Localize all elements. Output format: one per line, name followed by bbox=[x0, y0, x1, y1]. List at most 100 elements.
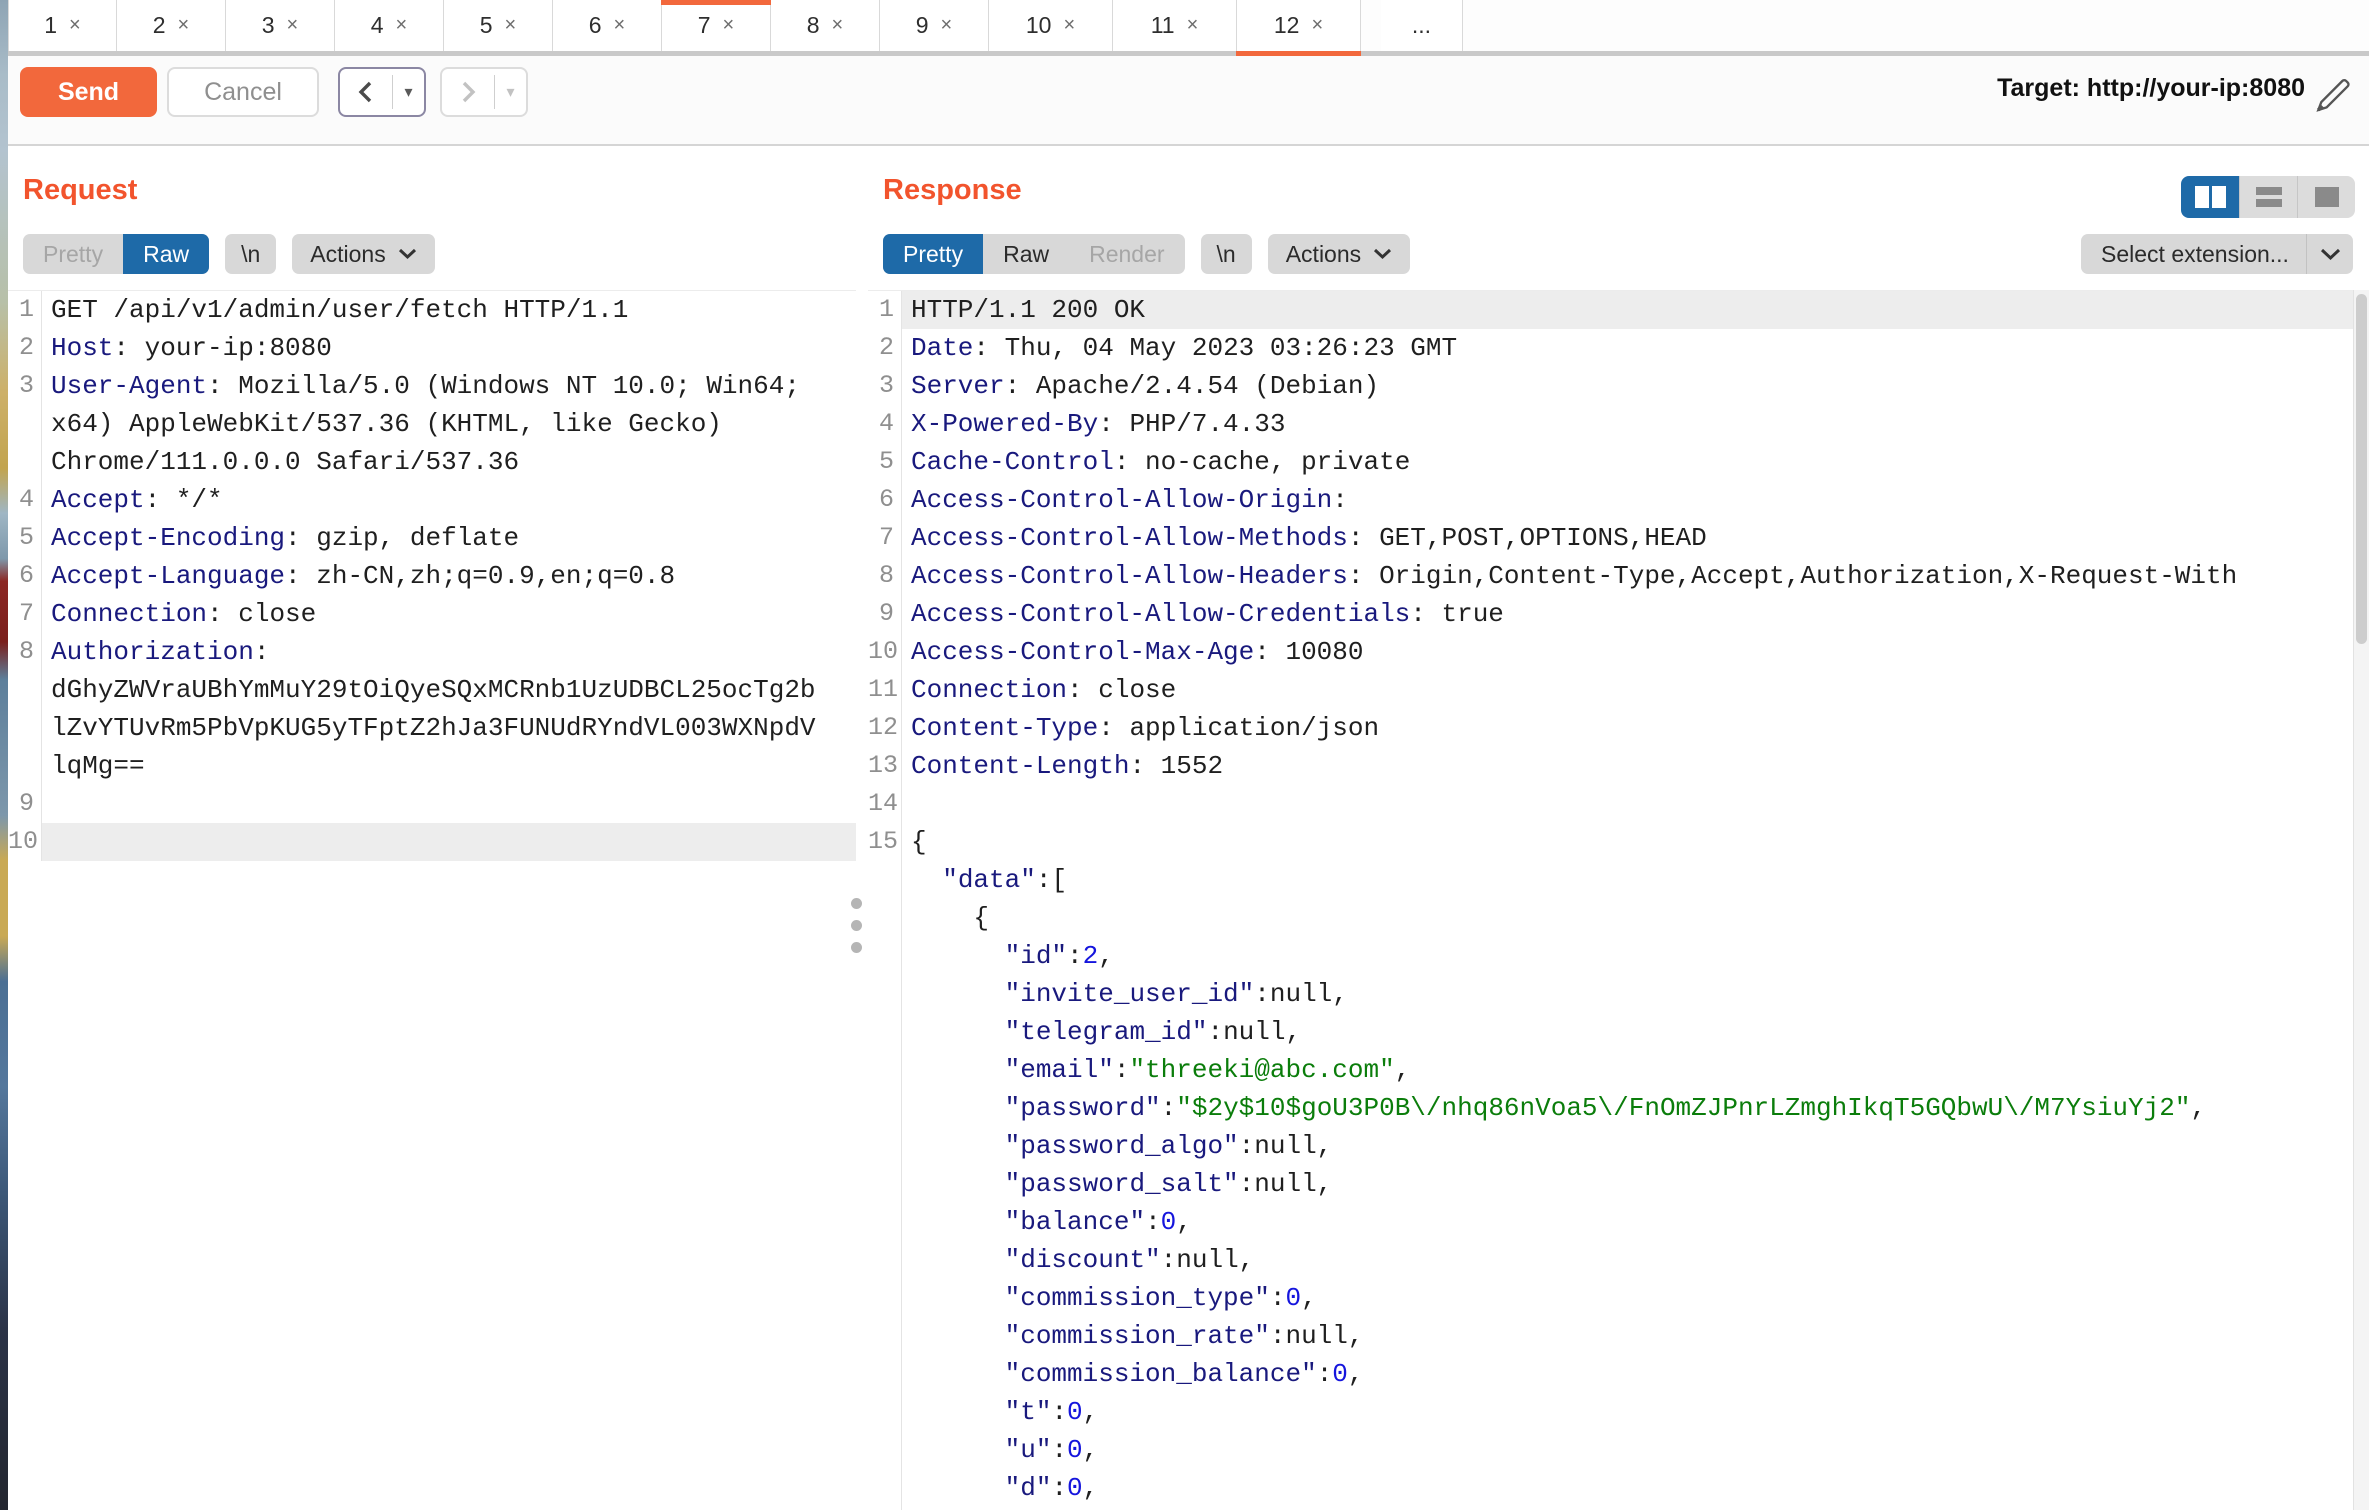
tab-close-icon[interactable]: × bbox=[178, 14, 190, 37]
response-actions-button[interactable]: Actions bbox=[1268, 234, 1410, 274]
code-line[interactable]: "telegram_id":null, bbox=[868, 1013, 2353, 1051]
repeater-tab-9[interactable]: 9× bbox=[880, 0, 989, 51]
edit-target-icon[interactable] bbox=[2313, 72, 2353, 121]
response-scrollbar[interactable] bbox=[2353, 290, 2369, 1510]
code-line[interactable]: 10Access-Control-Max-Age: 10080 bbox=[868, 633, 2353, 671]
repeater-tab-11[interactable]: 11× bbox=[1113, 0, 1237, 51]
code-line[interactable]: 14 bbox=[868, 785, 2353, 823]
code-line[interactable]: 8Authorization: bbox=[8, 633, 856, 671]
code-line[interactable]: { bbox=[868, 899, 2353, 937]
history-back-button[interactable]: ▾ bbox=[338, 67, 426, 117]
code-line[interactable]: 7Connection: close bbox=[8, 595, 856, 633]
line-number bbox=[868, 1469, 902, 1507]
repeater-tab-6[interactable]: 6× bbox=[553, 0, 662, 51]
code-line[interactable]: "u":0, bbox=[868, 1431, 2353, 1469]
request-actions-button[interactable]: Actions bbox=[292, 234, 434, 274]
code-line[interactable]: 12Content-Type: application/json bbox=[868, 709, 2353, 747]
code-line[interactable]: lqMg== bbox=[8, 747, 856, 785]
tab-close-icon[interactable]: × bbox=[287, 14, 299, 37]
tab-overflow[interactable]: ... bbox=[1381, 0, 1463, 51]
request-editor[interactable]: 1GET /api/v1/admin/user/fetch HTTP/1.12H… bbox=[8, 290, 856, 1510]
code-line[interactable]: "commission_rate":null, bbox=[868, 1317, 2353, 1355]
code-line[interactable]: "discount":null, bbox=[868, 1241, 2353, 1279]
code-line[interactable]: 6Accept-Language: zh-CN,zh;q=0.9,en;q=0.… bbox=[8, 557, 856, 595]
request-toggle-newline[interactable]: \n bbox=[225, 234, 276, 274]
code-line[interactable]: 8Access-Control-Allow-Headers: Origin,Co… bbox=[868, 557, 2353, 595]
code-line[interactable]: 1HTTP/1.1 200 OK bbox=[868, 291, 2353, 329]
response-tab-raw[interactable]: Raw bbox=[983, 234, 1069, 274]
code-line[interactable]: 3User-Agent: Mozilla/5.0 (Windows NT 10.… bbox=[8, 367, 856, 405]
tab-close-icon[interactable]: × bbox=[941, 14, 953, 37]
tab-close-icon[interactable]: × bbox=[832, 14, 844, 37]
code-line[interactable]: "t":0, bbox=[868, 1393, 2353, 1431]
request-tab-pretty[interactable]: Pretty bbox=[23, 234, 123, 274]
code-line[interactable]: "d":0, bbox=[868, 1469, 2353, 1507]
repeater-tab-10[interactable]: 10× bbox=[989, 0, 1113, 51]
code-line[interactable]: 2Date: Thu, 04 May 2023 03:26:23 GMT bbox=[868, 329, 2353, 367]
request-tab-raw[interactable]: Raw bbox=[123, 234, 209, 274]
layout-rows-button[interactable] bbox=[2239, 176, 2297, 218]
code-line[interactable]: 11Connection: close bbox=[868, 671, 2353, 709]
tab-close-icon[interactable]: × bbox=[1063, 14, 1075, 37]
code-line[interactable]: 4Accept: */* bbox=[8, 481, 856, 519]
tab-close-icon[interactable]: × bbox=[69, 14, 81, 37]
cancel-button[interactable]: Cancel bbox=[167, 67, 319, 117]
repeater-tab-4[interactable]: 4× bbox=[335, 0, 444, 51]
code-line[interactable]: "password_salt":null, bbox=[868, 1165, 2353, 1203]
code-line[interactable]: 6Access-Control-Allow-Origin: bbox=[868, 481, 2353, 519]
code-line[interactable]: 10 bbox=[8, 823, 856, 861]
history-forward-button[interactable]: ▾ bbox=[440, 67, 528, 117]
repeater-tab-1[interactable]: 1× bbox=[8, 0, 117, 51]
code-line[interactable]: 5Cache-Control: no-cache, private bbox=[868, 443, 2353, 481]
code-line[interactable]: 1GET /api/v1/admin/user/fetch HTTP/1.1 bbox=[8, 291, 856, 329]
code-line[interactable]: Chrome/111.0.0.0 Safari/537.36 bbox=[8, 443, 856, 481]
code-line[interactable]: 9 bbox=[8, 785, 856, 823]
repeater-tab-12[interactable]: 12× bbox=[1237, 0, 1361, 51]
response-toggle-newline[interactable]: \n bbox=[1201, 234, 1252, 274]
history-back-dropdown-icon[interactable]: ▾ bbox=[393, 82, 424, 102]
repeater-tab-2[interactable]: 2× bbox=[117, 0, 226, 51]
code-line[interactable]: 4X-Powered-By: PHP/7.4.33 bbox=[868, 405, 2353, 443]
code-line[interactable]: 13Content-Length: 1552 bbox=[868, 747, 2353, 785]
code-line[interactable]: "password_algo":null, bbox=[868, 1127, 2353, 1165]
history-forward-dropdown-icon[interactable]: ▾ bbox=[495, 82, 526, 102]
code-line[interactable]: 7Access-Control-Allow-Methods: GET,POST,… bbox=[868, 519, 2353, 557]
code-line[interactable]: x64) AppleWebKit/537.36 (KHTML, like Gec… bbox=[8, 405, 856, 443]
send-button[interactable]: Send bbox=[20, 67, 157, 117]
code-line[interactable]: 5Accept-Encoding: gzip, deflate bbox=[8, 519, 856, 557]
tab-close-icon[interactable]: × bbox=[723, 14, 735, 37]
code-line[interactable]: "password":"$2y$10$goU3P0B\/nhq86nVoa5\/… bbox=[868, 1089, 2353, 1127]
repeater-tab-3[interactable]: 3× bbox=[226, 0, 335, 51]
line-number bbox=[868, 1013, 902, 1051]
target-label: Target: http://your-ip:8080 bbox=[1997, 74, 2305, 103]
tab-close-icon[interactable]: × bbox=[1187, 14, 1199, 37]
response-tab-render[interactable]: Render bbox=[1069, 234, 1184, 274]
tab-close-icon[interactable]: × bbox=[505, 14, 517, 37]
tab-close-icon[interactable]: × bbox=[614, 14, 626, 37]
code-line[interactable]: "commission_type":0, bbox=[868, 1279, 2353, 1317]
code-line[interactable]: lZvYTUvRm5PbVpKUG5yTFptZ2hJa3FUNUdRYndVL… bbox=[8, 709, 856, 747]
panel-splitter-handle[interactable] bbox=[851, 898, 863, 964]
repeater-tab-5[interactable]: 5× bbox=[444, 0, 553, 51]
layout-columns-button[interactable] bbox=[2181, 176, 2239, 218]
code-line[interactable]: "balance":0, bbox=[868, 1203, 2353, 1241]
code-line[interactable]: "commission_balance":0, bbox=[868, 1355, 2353, 1393]
code-line[interactable]: "email":"threeki@abc.com", bbox=[868, 1051, 2353, 1089]
code-line[interactable]: "invite_user_id":null, bbox=[868, 975, 2353, 1013]
code-line[interactable]: "data":[ bbox=[868, 861, 2353, 899]
tab-close-icon[interactable]: × bbox=[396, 14, 408, 37]
layout-single-button[interactable] bbox=[2297, 176, 2355, 218]
select-extension-dropdown[interactable]: Select extension... bbox=[2081, 234, 2353, 274]
code-line[interactable]: 15{ bbox=[868, 823, 2353, 861]
code-line[interactable]: "id":2, bbox=[868, 937, 2353, 975]
repeater-tab-8[interactable]: 8× bbox=[771, 0, 880, 51]
tab-close-icon[interactable]: × bbox=[1311, 14, 1323, 37]
response-editor[interactable]: 1HTTP/1.1 200 OK2Date: Thu, 04 May 2023 … bbox=[868, 290, 2353, 1510]
code-line[interactable]: 2Host: your-ip:8080 bbox=[8, 329, 856, 367]
scrollbar-thumb[interactable] bbox=[2356, 294, 2367, 644]
code-line[interactable]: dGhyZWVraUBhYmMuY29tOiQyeSQxMCRnb1UzUDBC… bbox=[8, 671, 856, 709]
code-line[interactable]: 3Server: Apache/2.4.54 (Debian) bbox=[868, 367, 2353, 405]
repeater-tab-7[interactable]: 7× bbox=[662, 0, 771, 51]
code-line[interactable]: 9Access-Control-Allow-Credentials: true bbox=[868, 595, 2353, 633]
response-tab-pretty[interactable]: Pretty bbox=[883, 234, 983, 274]
